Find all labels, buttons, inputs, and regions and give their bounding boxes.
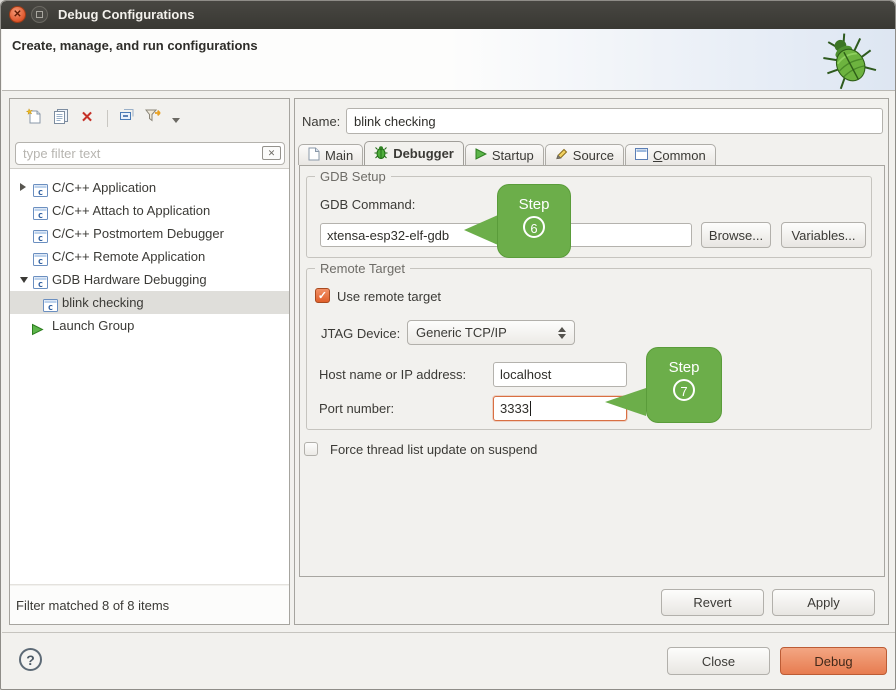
source-pencil-icon xyxy=(555,147,568,163)
clear-filter-icon[interactable]: ✕ xyxy=(262,146,281,160)
step7-callout: Step 7 xyxy=(646,347,722,423)
filter-status-bar: Filter matched 8 of 8 items xyxy=(10,586,289,624)
tab-bar: Main Debugger Startup Source Common xyxy=(298,142,717,165)
configurations-tree: c C/C++ Application c C/C++ Attach to Ap… xyxy=(10,168,289,585)
window-icon xyxy=(635,148,648,163)
launch-group-icon xyxy=(31,320,44,343)
collapse-all-icon[interactable] xyxy=(116,108,138,130)
tree-item-label: Launch Group xyxy=(52,318,134,333)
footer-separator xyxy=(2,632,896,633)
apply-button[interactable]: Apply xyxy=(772,589,875,616)
step7-arrow xyxy=(605,388,646,416)
tree-item-label: C/C++ Application xyxy=(52,180,156,195)
step6-arrow xyxy=(464,215,498,245)
debug-bug-icon xyxy=(820,30,878,93)
svg-text:c: c xyxy=(38,257,43,266)
window-title: Debug Configurations xyxy=(58,7,195,22)
svg-text:c: c xyxy=(38,234,43,243)
filter-icon[interactable] xyxy=(143,108,165,130)
tree-item-label: GDB Hardware Debugging xyxy=(52,272,207,287)
svg-text:c: c xyxy=(38,280,43,289)
gdb-setup-group: GDB Setup GDB Command: Browse... Variabl… xyxy=(306,176,872,258)
tree-item-label: C/C++ Postmortem Debugger xyxy=(52,226,224,241)
tree-item-cpp-attach[interactable]: c C/C++ Attach to Application xyxy=(10,199,289,222)
filter-status-text: Filter matched 8 of 8 items xyxy=(16,598,169,613)
browse-button[interactable]: Browse... xyxy=(701,222,771,248)
configurations-sidebar: ✕ ✕ c C/C++ Application c C/C++ Attach t… xyxy=(9,98,290,625)
toolbar-menu-chevron-icon[interactable] xyxy=(172,118,180,123)
tree-item-launch-group[interactable]: Launch Group xyxy=(10,314,289,337)
bug-icon xyxy=(374,145,388,162)
text-caret xyxy=(530,401,531,416)
debugger-tab-content: GDB Setup GDB Command: Browse... Variabl… xyxy=(299,165,885,577)
new-configuration-icon[interactable] xyxy=(22,108,44,130)
delete-icon[interactable]: ✕ xyxy=(76,108,98,130)
step6-number: 6 xyxy=(523,216,545,238)
jtag-device-select[interactable]: Generic TCP/IP xyxy=(407,320,575,345)
force-thread-checkbox[interactable] xyxy=(304,442,318,456)
tree-item-cpp-postmortem[interactable]: c C/C++ Postmortem Debugger xyxy=(10,222,289,245)
configuration-detail-panel: Name: Main Debugger Startup Source Commo… xyxy=(294,98,889,625)
variables-button[interactable]: Variables... xyxy=(781,222,866,248)
tree-item-label: C/C++ Attach to Application xyxy=(52,203,210,218)
svg-text:c: c xyxy=(38,188,43,197)
tree-item-cpp-remote[interactable]: c C/C++ Remote Application xyxy=(10,245,289,268)
tab-debugger[interactable]: Debugger xyxy=(364,141,464,165)
expander-expanded-icon[interactable] xyxy=(20,277,28,283)
remote-target-title: Remote Target xyxy=(315,261,410,276)
name-label: Name: xyxy=(302,114,340,129)
remote-target-group: Remote Target ✓ Use remote target JTAG D… xyxy=(306,268,872,430)
port-label: Port number: xyxy=(319,401,394,416)
spinner-arrows-icon[interactable] xyxy=(558,327,566,339)
tree-item-blink-checking-selected[interactable]: c blink checking xyxy=(10,291,289,314)
revert-button[interactable]: Revert xyxy=(661,589,764,616)
filter-input[interactable] xyxy=(15,142,285,165)
titlebar[interactable]: ✕ Debug Configurations xyxy=(1,1,895,29)
close-button[interactable]: Close xyxy=(667,647,770,675)
use-remote-target-label: Use remote target xyxy=(337,289,441,304)
header-title: Create, manage, and run configurations xyxy=(12,38,258,53)
page-icon xyxy=(308,147,320,164)
tab-common[interactable]: Common xyxy=(625,144,716,165)
tree-item-label: C/C++ Remote Application xyxy=(52,249,205,264)
help-button[interactable]: ? xyxy=(19,648,42,671)
port-value: 3333 xyxy=(500,401,529,416)
name-input[interactable] xyxy=(346,108,883,134)
jtag-device-value: Generic TCP/IP xyxy=(416,325,507,340)
gdb-command-label: GDB Command: xyxy=(320,197,415,212)
tree-item-gdb-hardware-debugging[interactable]: c GDB Hardware Debugging xyxy=(10,268,289,291)
tab-main[interactable]: Main xyxy=(298,144,363,165)
header-banner: Create, manage, and run configurations xyxy=(2,29,896,91)
host-input[interactable] xyxy=(493,362,627,387)
svg-text:c: c xyxy=(48,303,53,312)
force-thread-label: Force thread list update on suspend xyxy=(330,442,537,457)
debug-button[interactable]: Debug xyxy=(780,647,887,675)
play-icon xyxy=(475,148,487,163)
duplicate-icon[interactable] xyxy=(50,108,72,130)
sidebar-toolbar: ✕ xyxy=(10,99,289,139)
jtag-device-label: JTAG Device: xyxy=(321,326,400,341)
expander-collapsed-icon[interactable] xyxy=(20,183,26,191)
use-remote-target-checkbox[interactable]: ✓ xyxy=(315,288,330,303)
tree-item-cpp-application[interactable]: c C/C++ Application xyxy=(10,176,289,199)
host-label: Host name or IP address: xyxy=(319,367,466,382)
step7-number: 7 xyxy=(673,379,695,401)
window-maximize-button[interactable] xyxy=(31,6,48,23)
step6-callout: Step 6 xyxy=(497,184,571,258)
tab-source[interactable]: Source xyxy=(545,144,624,165)
window-close-button[interactable]: ✕ xyxy=(9,6,26,23)
gdb-setup-title: GDB Setup xyxy=(315,169,391,184)
debug-configurations-window: ✕ Debug Configurations Create, manage, a… xyxy=(0,0,896,690)
tab-startup[interactable]: Startup xyxy=(465,144,544,165)
tree-item-label: blink checking xyxy=(62,295,144,310)
svg-text:c: c xyxy=(38,211,43,220)
toolbar-separator xyxy=(107,110,108,127)
